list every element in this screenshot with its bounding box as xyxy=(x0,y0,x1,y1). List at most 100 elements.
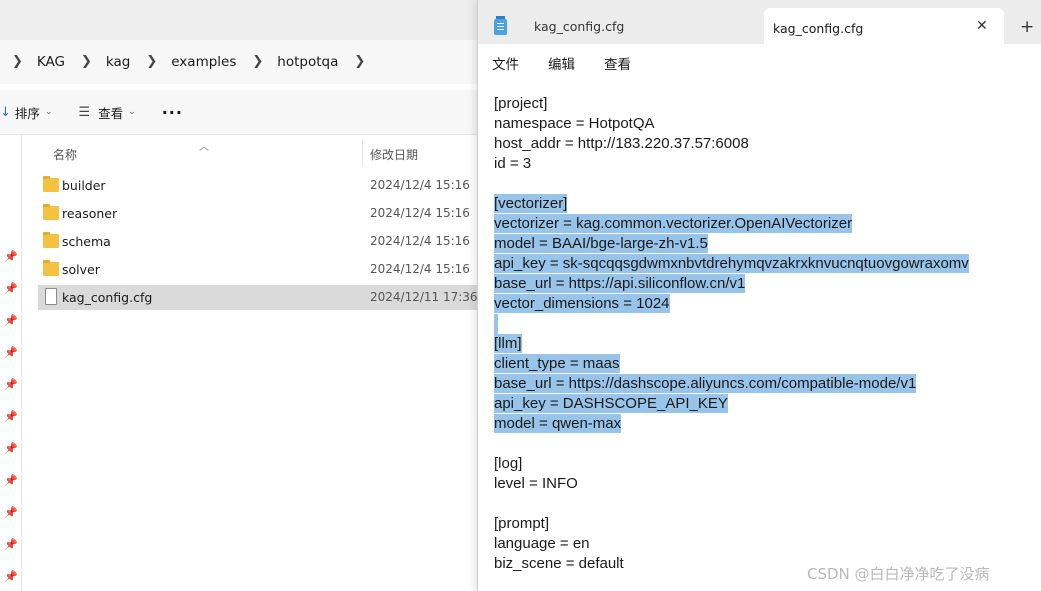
pin-icon[interactable]: 📌 xyxy=(4,378,18,392)
editor-line[interactable]: namespace = HotpotQA xyxy=(494,114,1034,134)
folder-icon xyxy=(43,232,59,248)
navigation-pane: 📌 📌 📌 📌 📌 📌 📌 📌 📌 📌 📌 xyxy=(0,135,22,591)
file-row-solver[interactable]: solver 2024/12/4 15:16 xyxy=(38,257,490,282)
folder-icon xyxy=(43,204,59,220)
breadcrumb-item-kag-root[interactable]: KAG xyxy=(37,54,65,70)
pin-icon[interactable]: 📌 xyxy=(4,314,18,328)
close-icon[interactable]: ✕ xyxy=(976,18,988,34)
breadcrumb: ❯ KAG ❯ kag ❯ examples ❯ hotpotqa ❯ xyxy=(0,40,490,84)
file-date: 2024/12/4 15:16 xyxy=(370,178,470,192)
editor-line-text: [prompt] xyxy=(494,515,550,532)
pin-icon[interactable]: 📌 xyxy=(4,250,18,264)
breadcrumb-item-hotpotqa[interactable]: hotpotqa xyxy=(277,54,338,70)
editor-line[interactable]: id = 3 xyxy=(494,154,1034,174)
pin-icon[interactable]: 📌 xyxy=(4,538,18,552)
editor-line[interactable]: [vectorizer] xyxy=(494,194,1034,214)
menu-view[interactable]: 查看 xyxy=(604,53,631,73)
breadcrumb-item-examples[interactable]: examples xyxy=(171,54,236,70)
notepad-app-icon xyxy=(494,16,507,35)
view-button[interactable]: ☰ 查看 ⌄ xyxy=(78,103,135,122)
pin-icon[interactable]: 📌 xyxy=(4,570,18,584)
editor-line-text: id = 3 xyxy=(494,155,532,172)
editor-line[interactable]: model = qwen-max xyxy=(494,414,1034,434)
editor-line-text: model = BAAI/bge-large-zh-v1.5 xyxy=(494,234,708,253)
notepad-window: kag_config.cfg kag_config.cfg ✕ + 文件 编辑 … xyxy=(477,0,1041,591)
chevron-right-icon[interactable]: ❯ xyxy=(12,54,23,69)
column-header-row: 名称 ︿ 修改日期 xyxy=(22,140,490,166)
sort-arrow-icon: ↓ xyxy=(0,104,11,120)
pin-icon[interactable]: 📌 xyxy=(4,346,18,360)
view-list-icon: ☰ xyxy=(78,104,91,120)
editor-line[interactable]: base_url = https://dashscope.aliyuncs.co… xyxy=(494,374,1034,394)
file-date: 2024/12/4 15:16 xyxy=(370,234,470,248)
editor-line-text: vectorizer = kag.common.vectorizer.OpenA… xyxy=(494,214,853,233)
tab-label: kag_config.cfg xyxy=(773,21,864,36)
editor-line[interactable]: language = en xyxy=(494,534,1034,554)
editor-line[interactable] xyxy=(494,434,1034,454)
file-date: 2024/12/4 15:16 xyxy=(370,262,470,276)
editor-line-text: [vectorizer] xyxy=(494,194,568,213)
file-row-reasoner[interactable]: reasoner 2024/12/4 15:16 xyxy=(38,201,490,226)
editor-line[interactable]: base_url = https://api.siliconflow.cn/v1 xyxy=(494,274,1034,294)
editor-line-text: namespace = HotpotQA xyxy=(494,115,655,132)
pin-icon[interactable]: 📌 xyxy=(4,442,18,456)
tab-kag-config-inactive[interactable]: kag_config.cfg xyxy=(534,19,624,34)
text-editor-area[interactable]: [project] namespace = HotpotQA host_addr =… xyxy=(478,78,1041,591)
editor-line[interactable]: [log] xyxy=(494,454,1034,474)
pin-icon[interactable]: 📌 xyxy=(4,410,18,424)
pin-icon[interactable]: 📌 xyxy=(4,474,18,488)
chevron-right-icon[interactable]: ❯ xyxy=(81,54,92,69)
file-row-builder[interactable]: builder 2024/12/4 15:16 xyxy=(38,173,490,198)
editor-line[interactable] xyxy=(494,174,1034,194)
chevron-right-icon[interactable]: ❯ xyxy=(354,54,365,69)
menu-edit[interactable]: 编辑 xyxy=(548,53,575,73)
toolbar-divider xyxy=(0,134,490,135)
column-header-name[interactable]: 名称 xyxy=(53,146,77,163)
editor-line-text: base_url = https://api.siliconflow.cn/v1 xyxy=(494,274,746,293)
editor-line[interactable]: model = BAAI/bge-large-zh-v1.5 xyxy=(494,234,1034,254)
editor-line[interactable]: level = INFO xyxy=(494,474,1034,494)
file-row-schema[interactable]: schema 2024/12/4 15:16 xyxy=(38,229,490,254)
file-explorer-window: ❯ KAG ❯ kag ❯ examples ❯ hotpotqa ❯ ↓ 排序… xyxy=(0,0,490,591)
editor-line[interactable]: api_key = DASHSCOPE_API_KEY xyxy=(494,394,1034,414)
tab-kag-config-active[interactable]: kag_config.cfg ✕ xyxy=(764,8,1004,44)
editor-line-text: [llm] xyxy=(494,334,522,353)
file-name: schema xyxy=(62,234,111,249)
editor-line[interactable]: api_key = sk-sqcqqsgdwmxnbvtdrehymqvzakr… xyxy=(494,254,1034,274)
editor-line-text: base_url = https://dashscope.aliyuncs.co… xyxy=(494,374,917,393)
chevron-right-icon[interactable]: ❯ xyxy=(146,54,157,69)
editor-line[interactable] xyxy=(494,494,1034,514)
pin-icon[interactable]: 📌 xyxy=(4,282,18,296)
sort-button[interactable]: ↓ 排序 ⌄ xyxy=(0,103,52,122)
editor-line[interactable]: client_type = maas xyxy=(494,354,1034,374)
more-icon: ··· xyxy=(161,102,183,122)
pin-icon[interactable]: 📌 xyxy=(4,506,18,520)
document-icon xyxy=(45,288,57,305)
menu-file[interactable]: 文件 xyxy=(492,53,519,73)
editor-line[interactable]: [project] xyxy=(494,94,1034,114)
editor-line-text: biz_scene = default xyxy=(494,555,624,572)
chevron-down-icon: ⌄ xyxy=(44,107,53,117)
editor-line[interactable]: vector_dimensions = 1024 xyxy=(494,294,1034,314)
watermark-text: CSDN @白白净净吃了没病 xyxy=(807,565,990,583)
chevron-right-icon[interactable]: ❯ xyxy=(252,54,263,69)
file-name: solver xyxy=(62,262,100,277)
editor-line[interactable]: host_addr = http://183.220.37.57:6008 xyxy=(494,134,1034,154)
file-date: 2024/12/11 17:36 xyxy=(370,290,478,304)
editor-line-text xyxy=(494,314,498,334)
view-label: 查看 xyxy=(98,105,124,121)
editor-line[interactable] xyxy=(494,314,1034,334)
editor-line-text: host_addr = http://183.220.37.57:6008 xyxy=(494,135,749,152)
column-header-modified[interactable]: 修改日期 xyxy=(370,146,418,163)
editor-line[interactable]: vectorizer = kag.common.vectorizer.OpenA… xyxy=(494,214,1034,234)
new-tab-plus-icon[interactable]: + xyxy=(1020,17,1034,37)
file-name: builder xyxy=(62,178,106,193)
editor-line[interactable]: [prompt] xyxy=(494,514,1034,534)
more-options-button[interactable]: ··· xyxy=(162,103,183,122)
file-date: 2024/12/4 15:16 xyxy=(370,206,470,220)
editor-text[interactable]: [project] namespace = HotpotQA host_addr =… xyxy=(494,94,1034,574)
file-row-kag-config[interactable]: kag_config.cfg 2024/12/11 17:36 xyxy=(38,285,490,310)
breadcrumb-item-kag[interactable]: kag xyxy=(106,54,130,70)
column-separator[interactable] xyxy=(362,140,363,166)
editor-line[interactable]: [llm] xyxy=(494,334,1034,354)
